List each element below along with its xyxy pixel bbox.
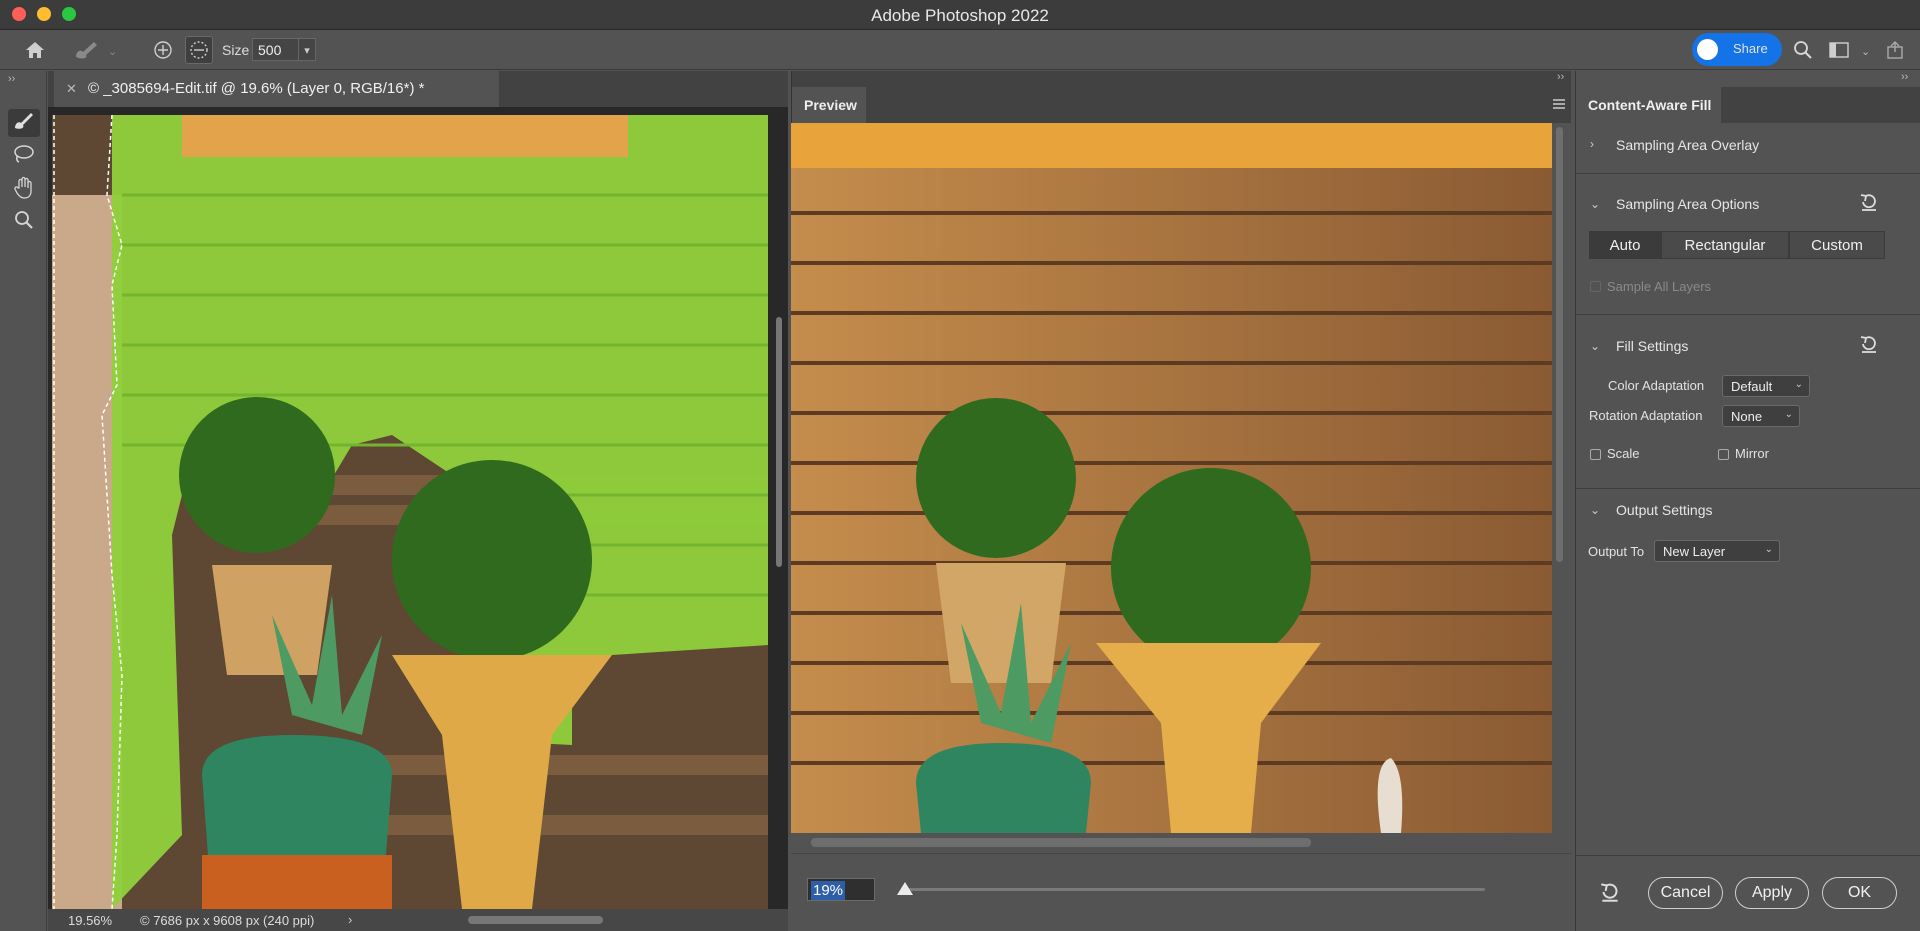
zoom-tool[interactable] [8,209,40,237]
preview-canvas[interactable] [791,123,1571,853]
collapse-panel-icon[interactable]: ›› [8,73,15,85]
options-bar: ⌄ Size 500 ▾ Share ⌄ [0,30,1920,70]
preview-horizontal-scrollbar[interactable] [811,838,1311,847]
share-button[interactable]: Share [1692,33,1782,66]
mirror-label: Mirror [1735,446,1769,461]
size-input[interactable]: 500 [252,38,298,61]
divider [1576,173,1920,174]
output-to-value: New Layer [1663,544,1726,559]
preview-zoom-bar: 19% [791,853,1571,931]
workspace-icon[interactable] [1828,40,1850,64]
size-label: Size [222,42,250,58]
collapse-panel-icon[interactable]: ›› [1901,71,1908,83]
brush-icon[interactable] [72,39,100,65]
fill-settings-header[interactable]: Fill Settings [1616,338,1688,354]
chevron-down-icon: ⌄ [1794,379,1803,390]
ok-button[interactable]: OK [1822,877,1897,909]
zoom-status[interactable]: 19.56% [68,913,112,928]
zoom-slider-handle[interactable] [897,882,914,895]
rotation-adaptation-label: Rotation Adaptation [1589,408,1703,423]
collapse-panel-icon[interactable]: ›› [1557,71,1564,83]
chevron-down-icon[interactable]: ⌄ [1590,339,1600,353]
divider [1576,314,1920,315]
scale-checkbox[interactable] [1590,449,1601,460]
reset-fill-settings-icon[interactable] [1858,333,1880,360]
document-canvas[interactable] [48,107,788,909]
chevron-down-icon[interactable]: ⌄ [1590,503,1600,517]
preview-tab-bar: ›› Preview [791,71,1571,123]
reset-sampling-icon[interactable] [1858,191,1880,218]
sample-all-layers-label: Sample All Layers [1607,279,1712,294]
preview-image [791,123,1552,833]
chevron-down-icon[interactable]: ⌄ [1590,197,1600,211]
sampling-brush-tool[interactable] [8,109,40,137]
chevron-right-icon[interactable]: › [1590,137,1594,151]
mode-rectangular-button[interactable]: Rectangular [1661,231,1789,259]
size-dropdown-button[interactable]: ▾ [298,38,316,61]
tools-panel: ›› [0,71,47,931]
home-icon[interactable] [24,40,46,64]
export-icon[interactable] [1884,39,1906,65]
color-adaptation-label: Color Adaptation [1608,378,1705,393]
preview-vertical-scrollbar[interactable] [1556,127,1563,562]
preview-zoom-slider[interactable] [901,888,1485,891]
sampling-area-options-header[interactable]: Sampling Area Options [1616,196,1759,212]
lasso-tool[interactable] [8,143,40,171]
panel-tab-bar: Content-Aware Fill [1576,87,1920,123]
divider [1576,488,1920,489]
sample-all-layers-checkbox[interactable] [1590,281,1601,292]
content-aware-fill-panel: ›› Content-Aware Fill › Sampling Area Ov… [1575,71,1920,931]
content-aware-fill-tab[interactable]: Content-Aware Fill [1576,87,1721,123]
preview-zoom-input[interactable]: 19% [807,878,875,901]
document-status-bar: 19.56% © 7686 px x 9608 px (240 ppi) › [48,909,788,931]
document-info: © 7686 px x 9608 px (240 ppi) [140,913,315,928]
close-tab-icon[interactable]: ✕ [66,81,77,97]
mode-auto-button[interactable]: Auto [1589,231,1661,259]
document-tab-bar: ✕ © _3085694-Edit.tif @ 19.6% (Layer 0, … [48,71,788,107]
sampling-area-overlay-header[interactable]: Sampling Area Overlay [1616,137,1759,153]
add-circle-icon[interactable] [152,39,174,65]
window-title: Adobe Photoshop 2022 [871,6,1049,25]
color-adaptation-dropdown[interactable]: Default ⌄ [1722,375,1810,397]
scale-label: Scale [1607,446,1640,461]
canvas-vertical-scrollbar[interactable] [776,317,782,567]
panel-menu-icon[interactable] [1552,97,1566,115]
chevron-down-icon: ⌄ [1764,544,1773,555]
chevron-down-icon: ⌄ [1784,409,1793,420]
horizontal-scrollbar-thumb[interactable] [468,916,603,924]
output-settings-header[interactable]: Output Settings [1616,502,1713,518]
rotation-adaptation-dropdown[interactable]: None ⌄ [1722,405,1800,427]
user-icon [1697,39,1718,60]
cancel-button[interactable]: Cancel [1648,877,1723,909]
mode-custom-button[interactable]: Custom [1789,231,1885,259]
canvas-image [52,115,768,909]
output-to-dropdown[interactable]: New Layer ⌄ [1654,540,1780,562]
preview-zoom-value: 19% [811,881,846,900]
title-bar: Adobe Photoshop 2022 [0,0,1920,30]
preview-tab[interactable]: Preview [792,87,866,123]
output-to-label: Output To [1588,544,1645,559]
rotation-adaptation-value: None [1731,409,1763,424]
search-icon[interactable] [1792,39,1814,65]
color-adaptation-value: Default [1731,379,1773,394]
chevron-right-icon[interactable]: › [348,912,352,927]
hand-tool[interactable] [8,176,40,204]
chevron-down-icon[interactable]: ⌄ [108,42,117,62]
document-tab-title: © _3085694-Edit.tif @ 19.6% (Layer 0, RG… [88,80,425,97]
subtract-circle-icon[interactable] [185,36,213,64]
share-label: Share [1733,41,1768,56]
divider [1576,855,1920,856]
chevron-down-icon[interactable]: ⌄ [1861,42,1870,62]
mirror-checkbox[interactable] [1718,449,1729,460]
apply-button[interactable]: Apply [1735,877,1809,909]
document-tab[interactable]: ✕ © _3085694-Edit.tif @ 19.6% (Layer 0, … [54,71,499,107]
reset-all-icon[interactable] [1598,880,1622,909]
